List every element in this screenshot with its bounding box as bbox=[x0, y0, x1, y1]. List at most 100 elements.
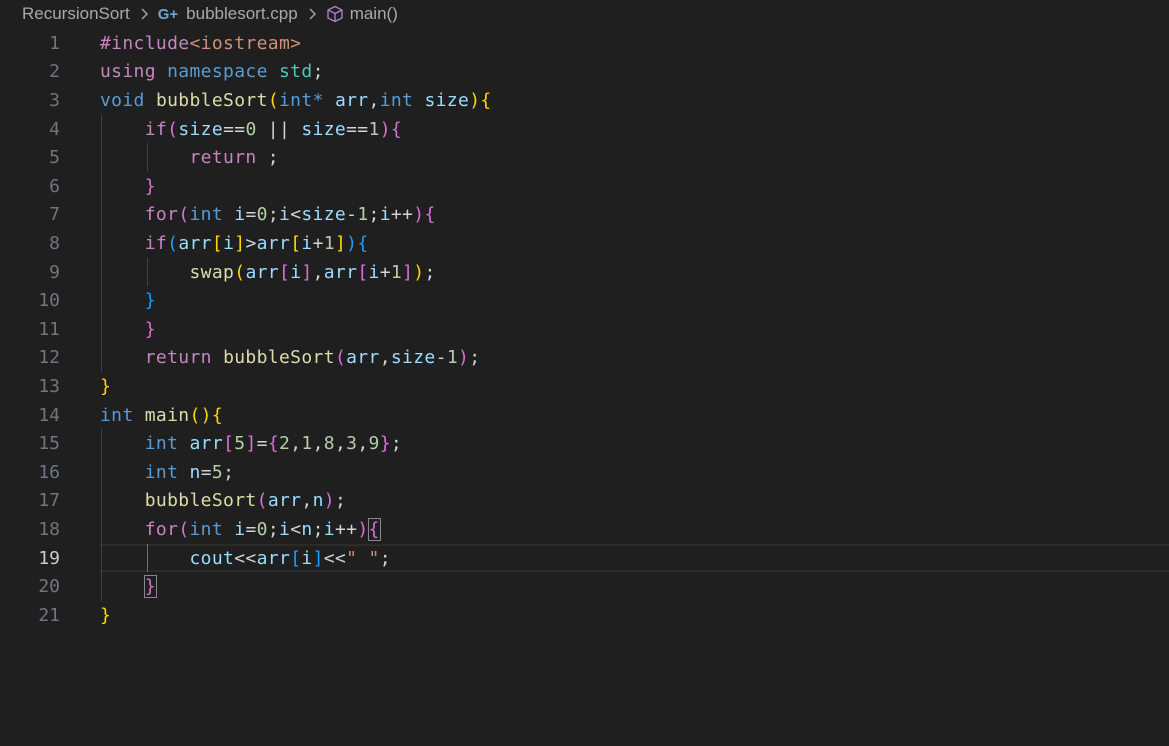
breadcrumb-folder[interactable]: RecursionSort bbox=[22, 4, 130, 24]
code-text: int n=5; bbox=[100, 462, 234, 483]
breadcrumb-file[interactable]: G+ bubblesort.cpp bbox=[158, 4, 298, 24]
code-token: size bbox=[301, 204, 347, 226]
code-token: { bbox=[211, 404, 224, 426]
code-token: n bbox=[301, 518, 313, 540]
code-line[interactable]: 20 } bbox=[0, 572, 1169, 601]
code-line[interactable]: 21} bbox=[0, 601, 1169, 630]
code-line[interactable]: 17 bubbleSort(arr,n); bbox=[0, 487, 1169, 516]
code-token: ] bbox=[234, 232, 246, 254]
code-token: ( bbox=[178, 204, 190, 226]
code-token: < bbox=[290, 518, 302, 540]
code-token: { bbox=[267, 433, 279, 455]
code-token: , bbox=[368, 89, 380, 111]
code-text: } bbox=[100, 319, 156, 340]
code-token: 1 bbox=[323, 232, 335, 254]
code-line[interactable]: 16 int n=5; bbox=[0, 458, 1169, 487]
code-line[interactable]: 9 swap(arr[i],arr[i+1]); bbox=[0, 258, 1169, 287]
code-line[interactable]: 11 } bbox=[0, 315, 1169, 344]
code-token: bubbleSort bbox=[155, 89, 268, 111]
code-token: 1 bbox=[301, 433, 313, 455]
code-token: 8 bbox=[323, 433, 335, 455]
code-line[interactable]: 14 int main(){ bbox=[0, 401, 1169, 430]
code-token: for bbox=[144, 204, 179, 226]
code-line[interactable]: 1 #include<iostream> bbox=[0, 29, 1169, 58]
code-line[interactable]: 15 int arr[5]={2,1,8,3,9}; bbox=[0, 429, 1169, 458]
code-token: 5 bbox=[211, 461, 224, 483]
code-line[interactable]: 8 if(arr[i]>arr[i+1]){ bbox=[0, 229, 1169, 258]
code-text: for(int i=0;i<n;i++){ bbox=[100, 517, 381, 541]
code-text: return ; bbox=[100, 147, 279, 168]
code-token: 1 bbox=[390, 261, 403, 283]
code-token: i bbox=[279, 518, 291, 540]
code-line[interactable]: 7 for(int i=0;i<size-1;i++){ bbox=[0, 201, 1169, 230]
line-number: 8 bbox=[49, 232, 60, 254]
code-token: i bbox=[368, 261, 380, 283]
code-token: { bbox=[424, 204, 436, 226]
code-token: ; bbox=[368, 204, 380, 226]
code-line[interactable]: 18 for(int i=0;i<n;i++){ bbox=[0, 515, 1169, 544]
code-token: ( bbox=[234, 261, 246, 283]
line-number: 11 bbox=[38, 318, 60, 340]
code-token: ; bbox=[334, 490, 347, 512]
code-text: int arr[5]={2,1,8,3,9}; bbox=[100, 433, 402, 454]
chevron-right-icon bbox=[141, 8, 148, 20]
code-line[interactable]: 6 } bbox=[0, 172, 1169, 201]
code-token: () bbox=[189, 404, 212, 426]
code-line[interactable]: 2 using namespace std; bbox=[0, 58, 1169, 87]
code-token: } bbox=[100, 604, 112, 626]
code-line[interactable]: 4 if(size==0 || size==1){ bbox=[0, 115, 1169, 144]
code-token: = bbox=[245, 518, 257, 540]
code-token: i bbox=[234, 518, 246, 540]
code-token: ++ bbox=[390, 204, 414, 226]
code-token: if bbox=[144, 232, 168, 254]
line-number: 19 bbox=[38, 547, 60, 569]
code-token: } bbox=[144, 175, 156, 197]
code-token: == bbox=[346, 118, 369, 140]
breadcrumb-symbol[interactable]: main() bbox=[326, 4, 398, 24]
line-number: 6 bbox=[49, 175, 60, 197]
code-line[interactable]: 12 return bubbleSort(arr,size-1); bbox=[0, 344, 1169, 373]
code-token: ) bbox=[346, 232, 358, 254]
code-line[interactable]: 5 return ; bbox=[0, 143, 1169, 172]
code-text: if(size==0 || size==1){ bbox=[100, 119, 402, 140]
line-number: 7 bbox=[49, 204, 60, 226]
code-token: } bbox=[100, 375, 112, 397]
code-line[interactable]: 13} bbox=[0, 372, 1169, 401]
code-token: { bbox=[480, 89, 492, 111]
code-line[interactable]: 19 cout<<arr[i]<<" "; bbox=[0, 543, 1169, 573]
code-token: i bbox=[234, 204, 246, 226]
code-editor[interactable]: 1 #include<iostream> 2 using namespace std;… bbox=[0, 28, 1169, 746]
code-token: ( bbox=[256, 490, 268, 512]
line-number: 1 bbox=[49, 32, 60, 54]
code-token: << bbox=[323, 547, 347, 569]
code-line[interactable]: 10 } bbox=[0, 286, 1169, 315]
code-token: ; bbox=[256, 147, 279, 169]
code-token: swap bbox=[189, 261, 235, 283]
code-token: ; bbox=[223, 461, 235, 483]
code-token: < bbox=[290, 204, 302, 226]
cpp-file-icon: G+ bbox=[157, 5, 179, 23]
code-token: - bbox=[346, 204, 358, 226]
code-token: 2 bbox=[279, 433, 291, 455]
code-token: ; bbox=[424, 261, 436, 283]
code-text: } bbox=[100, 605, 111, 626]
code-token: 1 bbox=[357, 204, 369, 226]
code-token: } bbox=[379, 433, 391, 455]
code-line[interactable]: 3 void bubbleSort(int* arr,int size){ bbox=[0, 86, 1169, 115]
code-token: == bbox=[223, 118, 246, 140]
code-token: , bbox=[290, 433, 302, 455]
code-token: ; bbox=[379, 547, 391, 569]
code-token: 1 bbox=[446, 347, 458, 369]
code-token: { bbox=[390, 118, 403, 140]
code-token: cout bbox=[189, 547, 235, 569]
code-token: { bbox=[367, 517, 381, 541]
code-token: std bbox=[279, 61, 313, 83]
